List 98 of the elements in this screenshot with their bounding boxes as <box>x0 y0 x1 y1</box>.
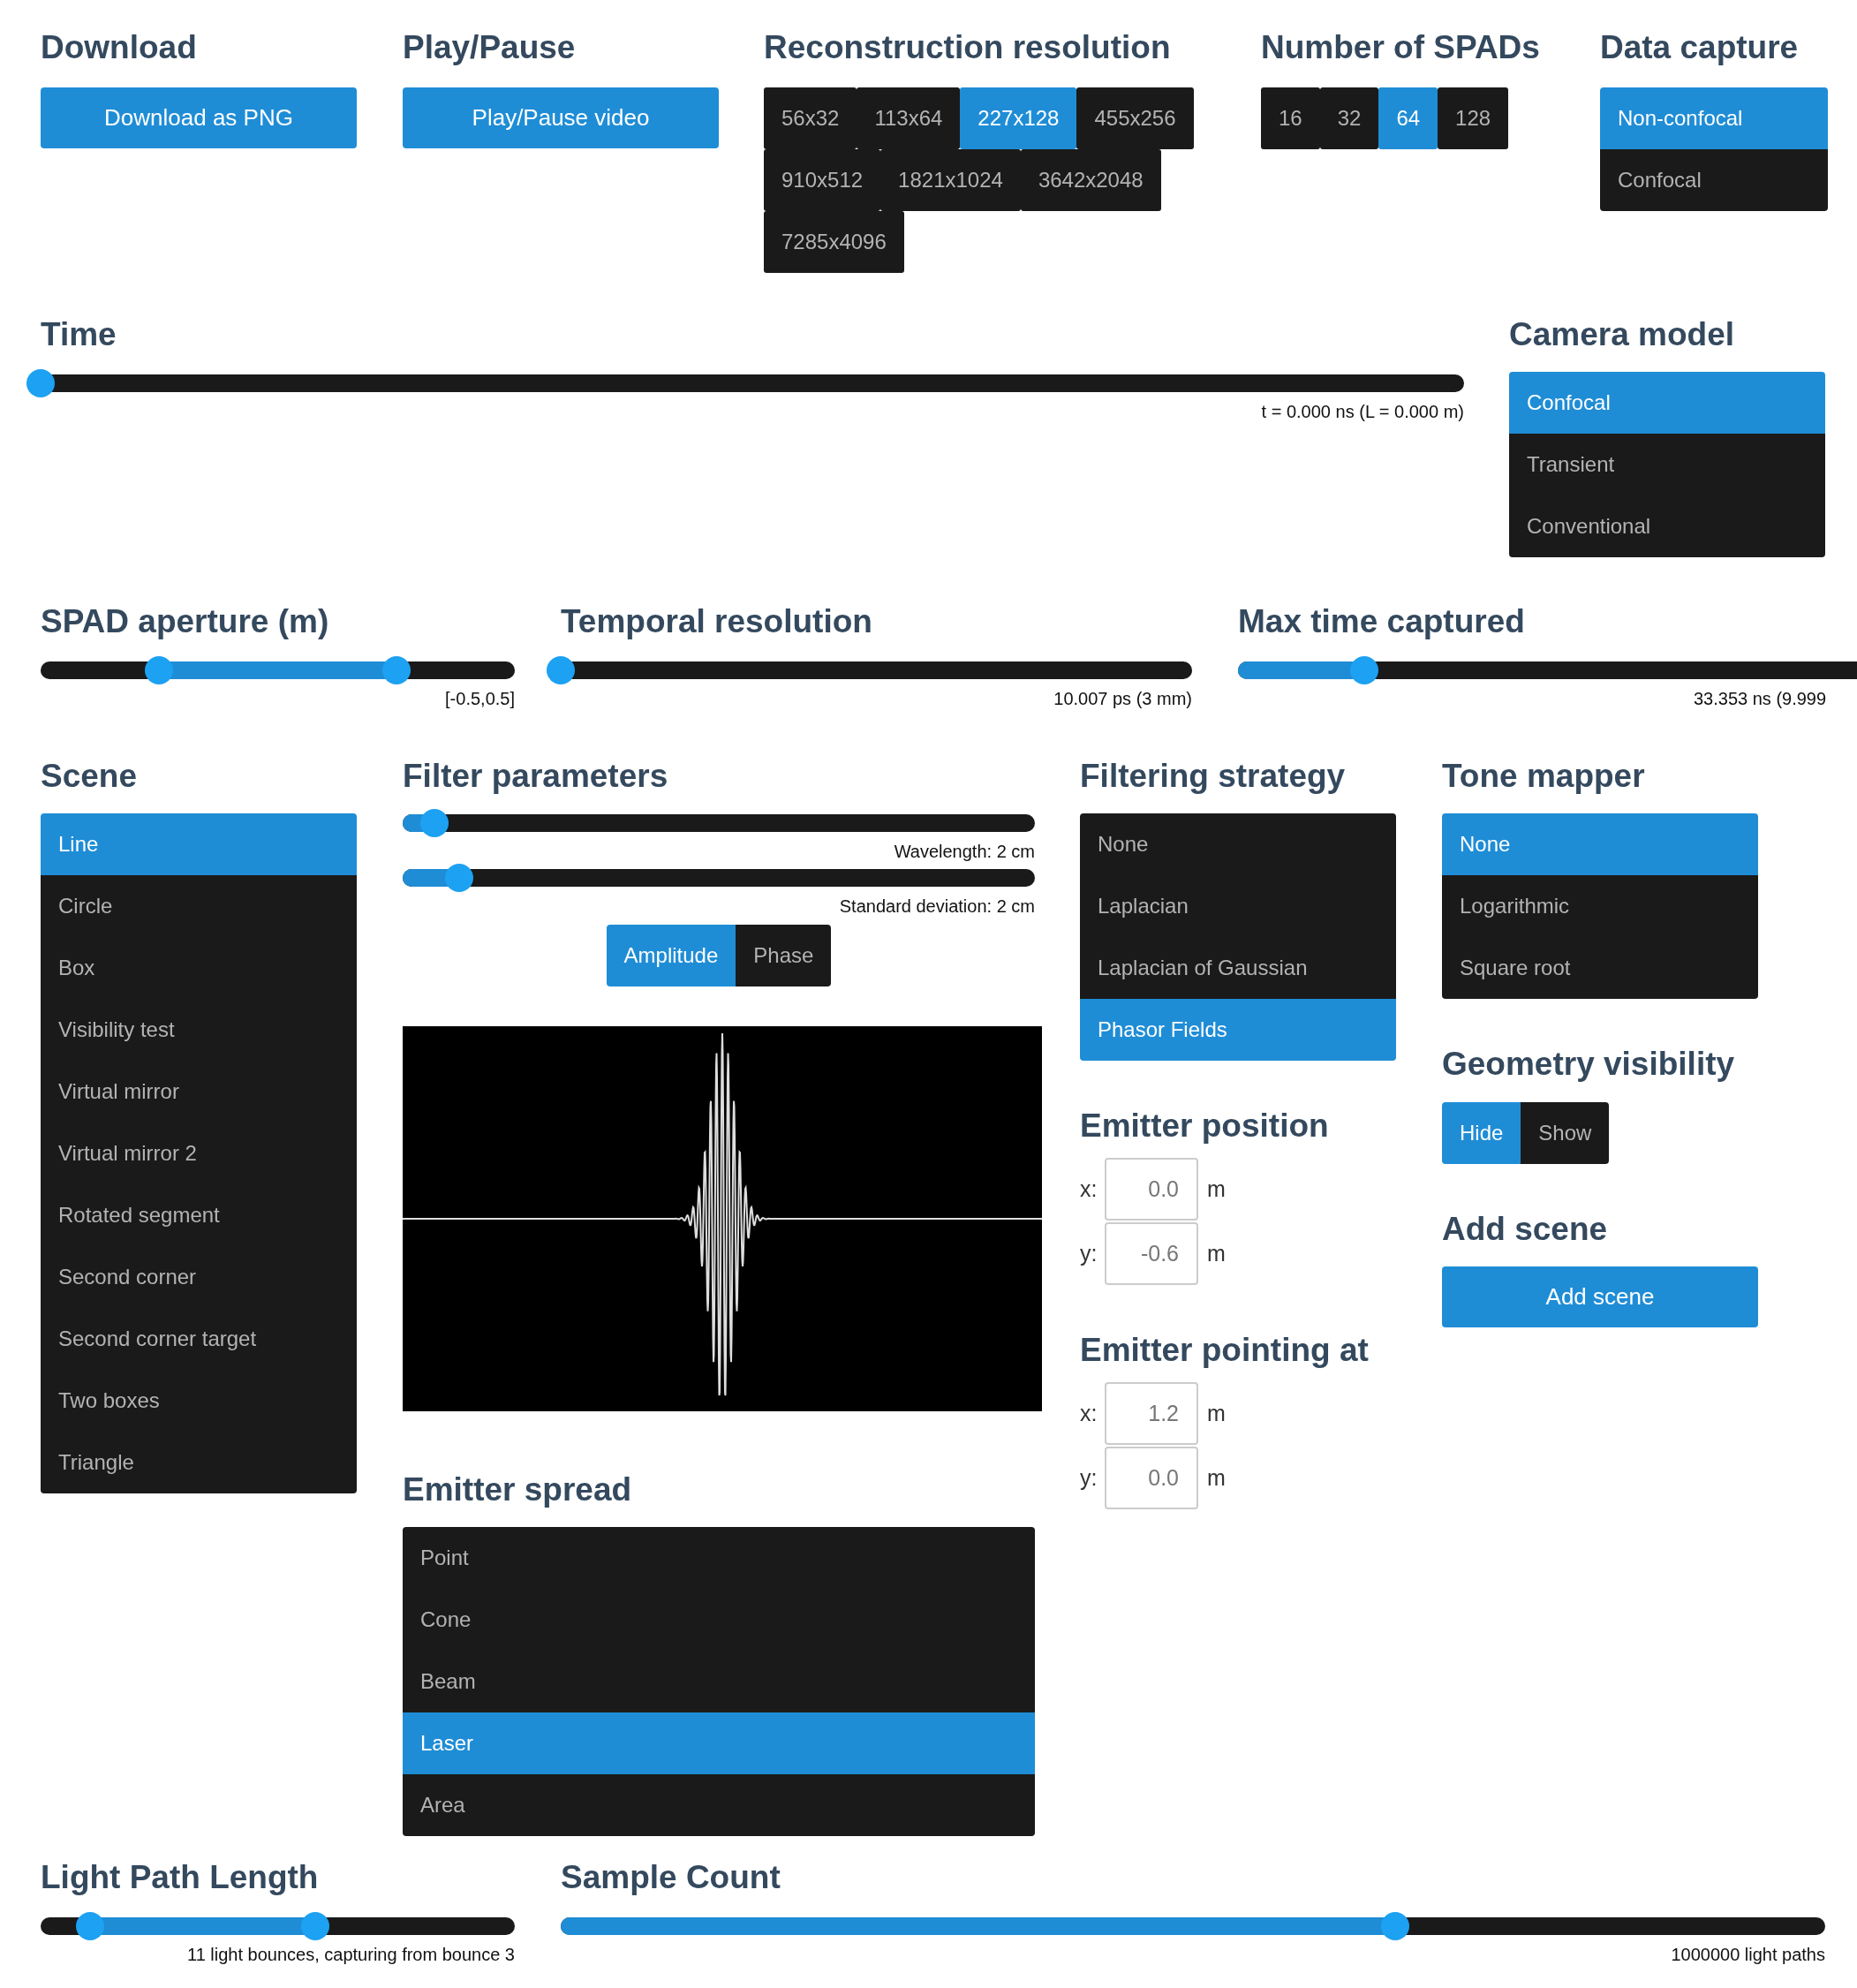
slider-thumb[interactable] <box>1381 1912 1410 1940</box>
section-heading: Scene <box>41 760 138 792</box>
option-button[interactable]: Circle <box>41 875 357 937</box>
option-button[interactable]: Point <box>403 1527 1035 1589</box>
slider-reading: [-0.5,0.5] <box>445 688 515 710</box>
slider-reading: 10.007 ps (3 mm) <box>1053 688 1192 710</box>
option-button[interactable]: Second corner target <box>41 1308 357 1370</box>
section-heading: Filtering strategy <box>1080 760 1347 792</box>
section-heading: Emitter position <box>1080 1109 1330 1142</box>
slider-thumb[interactable] <box>381 656 411 684</box>
option-button[interactable]: 3642x2048 <box>1020 149 1161 211</box>
option-button[interactable]: Hide <box>1442 1102 1521 1164</box>
section-heading: Time <box>41 318 117 351</box>
section-heading: Download <box>41 31 198 64</box>
field-label: y: <box>1080 1463 1098 1492</box>
section-heading: Geometry visibility <box>1442 1047 1736 1080</box>
section-heading: Play/Pause <box>403 31 577 64</box>
section-heading: Add scene <box>1442 1213 1609 1245</box>
unit-label: m <box>1207 1239 1226 1267</box>
option-button[interactable]: 64 <box>1378 87 1438 149</box>
option-button[interactable]: Confocal <box>1509 372 1825 434</box>
slider-reading: 33.353 ns (9.999 <box>1694 688 1827 710</box>
field-label: y: <box>1080 1239 1098 1267</box>
option-button[interactable]: Second corner <box>41 1246 357 1308</box>
option-button[interactable]: Conventional <box>1509 495 1825 557</box>
option-button[interactable]: Virtual mirror <box>41 1061 357 1123</box>
number-field[interactable]: 1.2 <box>1105 1382 1198 1445</box>
slider-thumb[interactable] <box>75 1912 104 1940</box>
section-heading: Filter parameters <box>403 760 669 792</box>
slider-reading: 1000000 light paths <box>1671 1944 1825 1966</box>
option-button[interactable]: Visibility test <box>41 999 357 1061</box>
section-heading: Light Path Length <box>41 1861 320 1894</box>
section-heading: Sample Count <box>561 1861 781 1894</box>
slider-thumb[interactable] <box>1350 656 1378 684</box>
number-field[interactable]: -0.6 <box>1105 1222 1198 1285</box>
option-button[interactable]: 32 <box>1319 87 1379 149</box>
option-button[interactable]: Logarithmic <box>1442 875 1758 937</box>
option-button[interactable]: None <box>1080 813 1396 875</box>
option-button[interactable]: Transient <box>1509 434 1825 495</box>
option-button[interactable]: None <box>1442 813 1758 875</box>
section-heading: Max time captured <box>1238 605 1526 638</box>
option-button[interactable]: 113x64 <box>857 87 961 149</box>
section-heading: Temporal resolution <box>561 605 873 638</box>
unit-label: m <box>1207 1399 1226 1427</box>
option-button[interactable]: Line <box>41 813 357 875</box>
unit-label: m <box>1207 1463 1226 1492</box>
slider-thumb[interactable] <box>547 656 575 684</box>
slider-reading: Standard deviation: 2 cm <box>839 896 1035 918</box>
slider-thumb[interactable] <box>145 656 174 684</box>
unit-label: m <box>1207 1175 1226 1203</box>
number-field[interactable]: 0.0 <box>1105 1158 1198 1221</box>
field-label: x: <box>1080 1175 1098 1203</box>
action-button[interactable]: Play/Pause video <box>403 87 719 148</box>
section-heading: Camera model <box>1509 318 1735 351</box>
option-button[interactable]: 910x512 <box>764 149 881 211</box>
slider-thumb[interactable] <box>445 864 474 892</box>
slider-reading: Wavelength: 2 cm <box>894 841 1035 863</box>
action-button[interactable]: Add scene <box>1442 1266 1758 1327</box>
option-button[interactable]: Area <box>403 1774 1035 1836</box>
section-heading: SPAD aperture (m) <box>41 605 330 638</box>
slider-reading: t = 0.000 ns (L = 0.000 m) <box>1261 401 1464 423</box>
option-button[interactable]: Two boxes <box>41 1370 357 1432</box>
option-button[interactable]: Amplitude <box>606 925 736 986</box>
option-button[interactable]: Virtual mirror 2 <box>41 1123 357 1184</box>
section-heading: Emitter pointing at <box>1080 1334 1370 1366</box>
option-button[interactable]: 7285x4096 <box>764 211 904 273</box>
option-button[interactable]: 128 <box>1438 87 1509 149</box>
action-button[interactable]: Download as PNG <box>41 87 357 148</box>
option-button[interactable]: Phase <box>736 925 832 986</box>
section-heading: Emitter spread <box>403 1473 633 1506</box>
slider-thumb[interactable] <box>26 369 55 397</box>
option-button[interactable]: Show <box>1521 1102 1610 1164</box>
section-heading: Data capture <box>1600 31 1800 64</box>
option-button[interactable]: 455x256 <box>1076 87 1194 149</box>
option-button[interactable]: Confocal <box>1600 149 1828 211</box>
section-heading: Number of SPADs <box>1261 31 1541 64</box>
option-button[interactable]: 227x128 <box>960 87 1077 149</box>
option-button[interactable]: Beam <box>403 1651 1035 1712</box>
field-label: x: <box>1080 1399 1098 1427</box>
option-button[interactable]: 16 <box>1261 87 1320 149</box>
section-heading: Tone mapper <box>1442 760 1646 792</box>
section-heading: Reconstruction resolution <box>764 31 1172 64</box>
slider-thumb[interactable] <box>301 1912 330 1940</box>
option-button[interactable]: 56x32 <box>764 87 857 149</box>
option-button[interactable]: Cone <box>403 1589 1035 1651</box>
slider-reading: 11 light bounces, capturing from bounce 3 <box>187 1944 515 1966</box>
slider-thumb[interactable] <box>419 809 449 837</box>
option-button[interactable]: Phasor Fields <box>1080 999 1396 1061</box>
option-button[interactable]: Laplacian of Gaussian <box>1080 937 1396 999</box>
option-button[interactable]: Non-confocal <box>1600 87 1828 149</box>
option-button[interactable]: Laplacian <box>1080 875 1396 937</box>
option-button[interactable]: Triangle <box>41 1432 357 1493</box>
option-button[interactable]: Laser <box>403 1712 1035 1774</box>
option-button[interactable]: Rotated segment <box>41 1184 357 1246</box>
number-field[interactable]: 0.0 <box>1105 1447 1198 1509</box>
option-button[interactable]: Box <box>41 937 357 999</box>
option-button[interactable]: 1821x1024 <box>880 149 1021 211</box>
option-button[interactable]: Square root <box>1442 937 1758 999</box>
